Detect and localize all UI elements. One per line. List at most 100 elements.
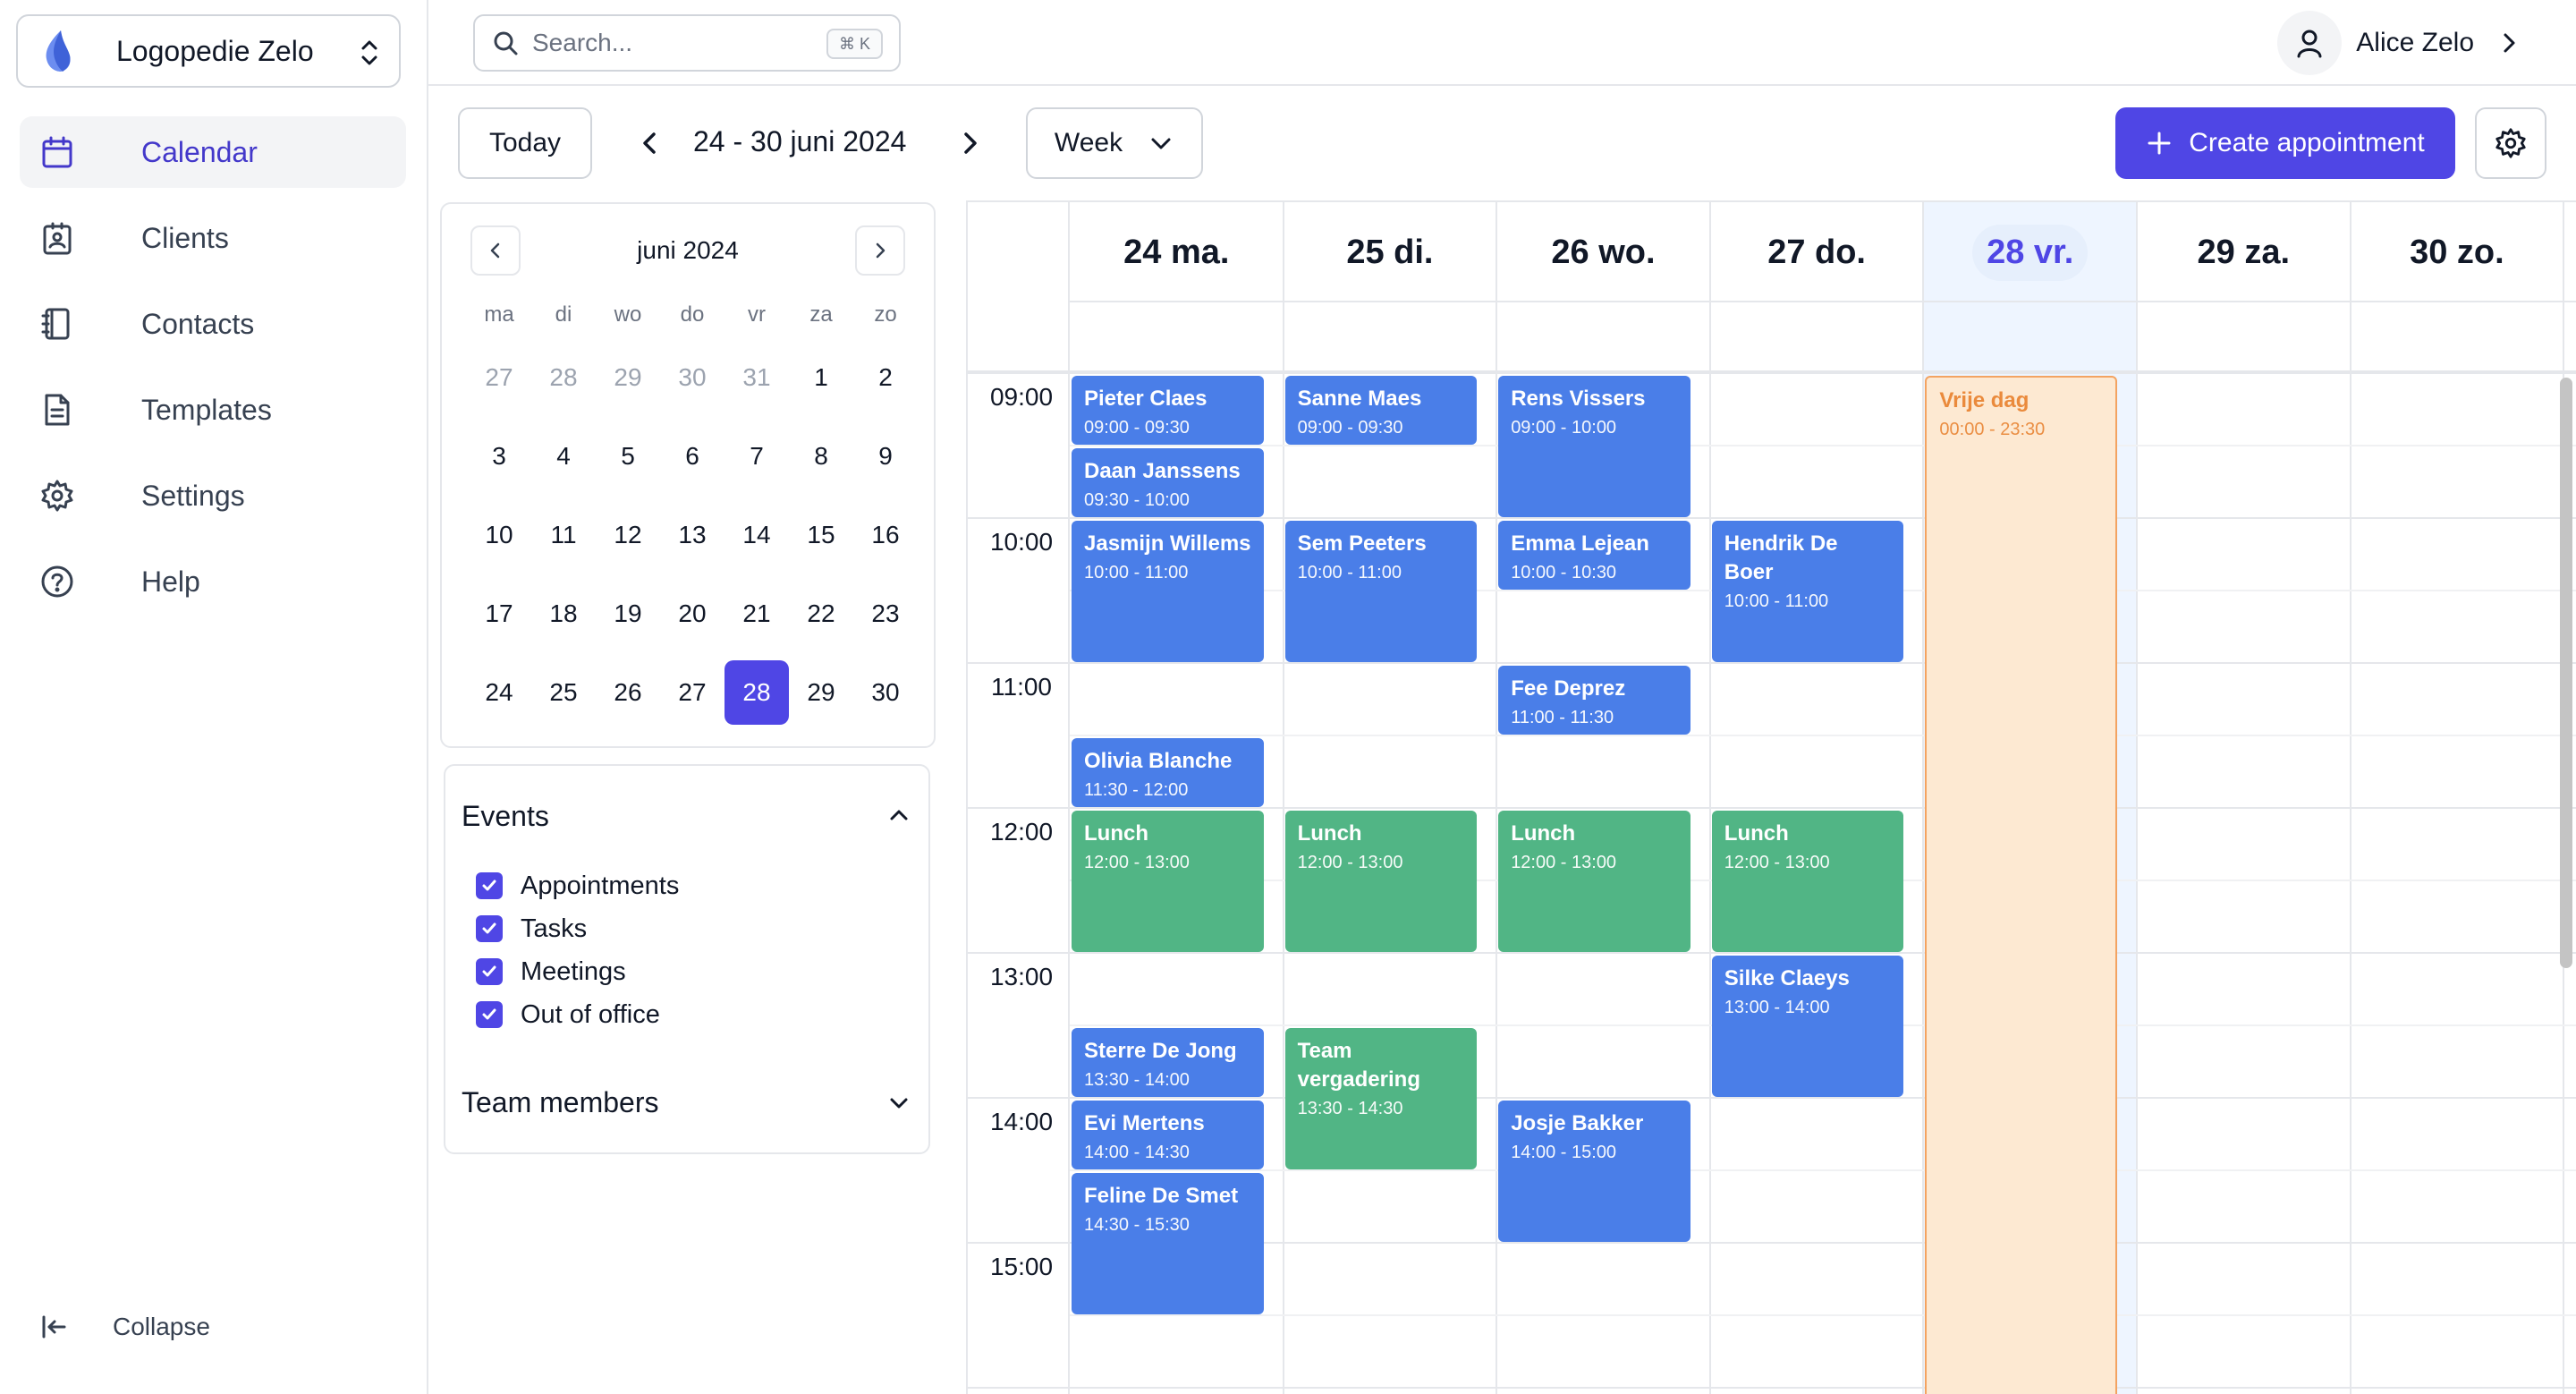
sidebar-item-calendar[interactable]: Calendar — [20, 116, 406, 188]
mini-calendar-day[interactable]: 16 — [853, 496, 918, 574]
day-header[interactable]: 25 di. — [1284, 202, 1497, 302]
appointment-event[interactable]: Silke Claeys 13:00 - 14:00 — [1711, 956, 1904, 1097]
appointment-event[interactable]: Sterre De Jong 13:30 - 14:00 — [1072, 1028, 1264, 1097]
appointment-event[interactable]: Sanne Maes 09:00 - 09:30 — [1284, 376, 1478, 445]
mini-calendar-day[interactable]: 31 — [724, 338, 789, 417]
appointment-event[interactable]: Feline De Smet 14:30 - 15:30 — [1072, 1173, 1264, 1314]
mini-calendar-day[interactable]: 3 — [467, 417, 531, 496]
mini-calendar-day[interactable]: 24 — [467, 653, 531, 732]
appointment-event[interactable]: Evi Mertens 14:00 - 14:30 — [1072, 1101, 1264, 1169]
mini-calendar-day[interactable]: 19 — [596, 574, 660, 653]
event-filter-checkbox[interactable]: Tasks — [476, 907, 679, 950]
day-header[interactable]: 28 vr. — [1923, 202, 2137, 302]
mini-calendar-day[interactable]: 26 — [596, 653, 660, 732]
mini-calendar-day[interactable]: 18 — [531, 574, 596, 653]
collapse-button[interactable]: Collapse — [39, 1312, 210, 1342]
sidebar-item-settings[interactable]: Settings — [20, 460, 406, 531]
event-title: Fee Deprez — [1511, 676, 1626, 701]
mini-calendar-day[interactable]: 21 — [724, 574, 789, 653]
team-members-section-title[interactable]: Team members — [462, 1086, 659, 1119]
mini-calendar-day[interactable]: 2 — [853, 338, 918, 417]
mini-calendar-day-selected[interactable]: 28 — [724, 653, 789, 732]
mini-calendar-day[interactable]: 10 — [467, 496, 531, 574]
appointment-event[interactable]: Jasmijn Willems 10:00 - 11:00 — [1072, 521, 1264, 662]
today-button[interactable]: Today — [458, 107, 592, 179]
meeting-event[interactable]: Lunch 12:00 - 13:00 — [1498, 811, 1690, 952]
event-time: 12:00 - 13:00 — [1724, 853, 1830, 872]
event-title: Sem Peeters — [1297, 531, 1427, 556]
day-header[interactable]: 30 zo. — [2351, 202, 2564, 302]
mini-calendar-day[interactable]: 30 — [853, 653, 918, 732]
out-of-office-event[interactable]: Vrije dag 00:00 - 23:30 — [1925, 376, 2117, 1394]
mini-calendar-day[interactable]: 29 — [596, 338, 660, 417]
appointment-event[interactable]: Olivia Blanche 11:30 - 12:00 — [1072, 738, 1264, 807]
appointment-event[interactable]: Pieter Claes 09:00 - 09:30 — [1072, 376, 1264, 445]
day-header[interactable]: 24 ma. — [1070, 202, 1284, 302]
mini-calendar-next-button[interactable] — [855, 225, 905, 276]
sidebar-item-label: Calendar — [141, 135, 258, 168]
chevron-up-icon[interactable] — [886, 802, 912, 829]
appointment-event[interactable]: Josje Bakker 14:00 - 15:00 — [1498, 1101, 1690, 1242]
meeting-event[interactable]: Team vergadering 13:30 - 14:30 — [1284, 1028, 1478, 1169]
mini-calendar-day[interactable]: 28 — [531, 338, 596, 417]
org-switcher[interactable]: Logopedie Zelo — [16, 14, 401, 88]
day-header-label: 24 ma. — [1123, 233, 1230, 271]
event-time: 09:00 - 09:30 — [1297, 418, 1403, 438]
meeting-event[interactable]: Lunch 12:00 - 13:00 — [1072, 811, 1264, 952]
mini-calendar-day[interactable]: 6 — [660, 417, 724, 496]
weekday-label: do — [680, 302, 705, 327]
mini-calendar-day[interactable]: 27 — [660, 653, 724, 732]
weekday-label: ma — [484, 302, 514, 327]
previous-week-icon[interactable] — [632, 125, 668, 161]
appointment-event[interactable]: Hendrik De Boer 10:00 - 11:00 — [1711, 521, 1904, 662]
mini-calendar-day[interactable]: 5 — [596, 417, 660, 496]
event-filter-checkbox[interactable]: Meetings — [476, 950, 679, 993]
meeting-event[interactable]: Lunch 12:00 - 13:00 — [1711, 811, 1904, 952]
collapse-label: Collapse — [113, 1313, 210, 1340]
search-input[interactable]: Search... ⌘ K — [473, 14, 901, 72]
mini-calendar-day[interactable]: 1 — [789, 338, 853, 417]
mini-calendar-day[interactable]: 17 — [467, 574, 531, 653]
mini-calendar-day[interactable]: 7 — [724, 417, 789, 496]
event-title: Josje Bakker — [1511, 1111, 1644, 1135]
mini-calendar-day[interactable]: 9 — [853, 417, 918, 496]
mini-calendar-day[interactable]: 23 — [853, 574, 918, 653]
appointment-event[interactable]: Fee Deprez 11:00 - 11:30 — [1498, 666, 1690, 735]
sidebar-item-label: Contacts — [141, 307, 255, 340]
appointment-event[interactable]: Rens Vissers 09:00 - 10:00 — [1498, 376, 1690, 517]
mini-calendar-day[interactable]: 22 — [789, 574, 853, 653]
appointment-event[interactable]: Daan Janssens 09:30 - 10:00 — [1072, 448, 1264, 517]
sidebar-item-contacts[interactable]: Contacts — [20, 288, 406, 360]
mini-calendar-day[interactable]: 20 — [660, 574, 724, 653]
chevron-down-icon[interactable] — [886, 1090, 912, 1117]
next-week-icon[interactable] — [952, 125, 987, 161]
mini-calendar-day[interactable]: 25 — [531, 653, 596, 732]
sidebar-item-clients[interactable]: Clients — [20, 202, 406, 274]
create-appointment-button[interactable]: Create appointment — [2115, 107, 2455, 179]
calendar-settings-button[interactable] — [2475, 107, 2546, 179]
mini-calendar-day[interactable]: 8 — [789, 417, 853, 496]
events-section-title[interactable]: Events — [462, 800, 549, 833]
user-menu[interactable]: Alice Zelo — [2277, 9, 2522, 77]
day-header[interactable]: 27 do. — [1710, 202, 1924, 302]
appointment-event[interactable]: Sem Peeters 10:00 - 11:00 — [1284, 521, 1478, 662]
mini-calendar-day[interactable]: 15 — [789, 496, 853, 574]
mini-calendar-day[interactable]: 14 — [724, 496, 789, 574]
event-filter-checkbox[interactable]: Out of office — [476, 993, 679, 1036]
mini-calendar-day[interactable]: 4 — [531, 417, 596, 496]
calendar-scrollbar[interactable] — [2560, 378, 2572, 968]
mini-calendar-day[interactable]: 13 — [660, 496, 724, 574]
mini-calendar-day[interactable]: 11 — [531, 496, 596, 574]
sidebar-item-templates[interactable]: Templates — [20, 374, 406, 446]
appointment-event[interactable]: Emma Lejean 10:00 - 10:30 — [1498, 521, 1690, 590]
meeting-event[interactable]: Lunch 12:00 - 13:00 — [1284, 811, 1478, 952]
view-select[interactable]: Week — [1026, 107, 1203, 179]
mini-calendar-day[interactable]: 27 — [467, 338, 531, 417]
mini-calendar-day[interactable]: 12 — [596, 496, 660, 574]
mini-calendar-day[interactable]: 30 — [660, 338, 724, 417]
day-header[interactable]: 26 wo. — [1496, 202, 1710, 302]
mini-calendar-day[interactable]: 29 — [789, 653, 853, 732]
sidebar-item-help[interactable]: Help — [20, 546, 406, 617]
day-header[interactable]: 29 za. — [2137, 202, 2351, 302]
event-filter-checkbox[interactable]: Appointments — [476, 864, 679, 907]
